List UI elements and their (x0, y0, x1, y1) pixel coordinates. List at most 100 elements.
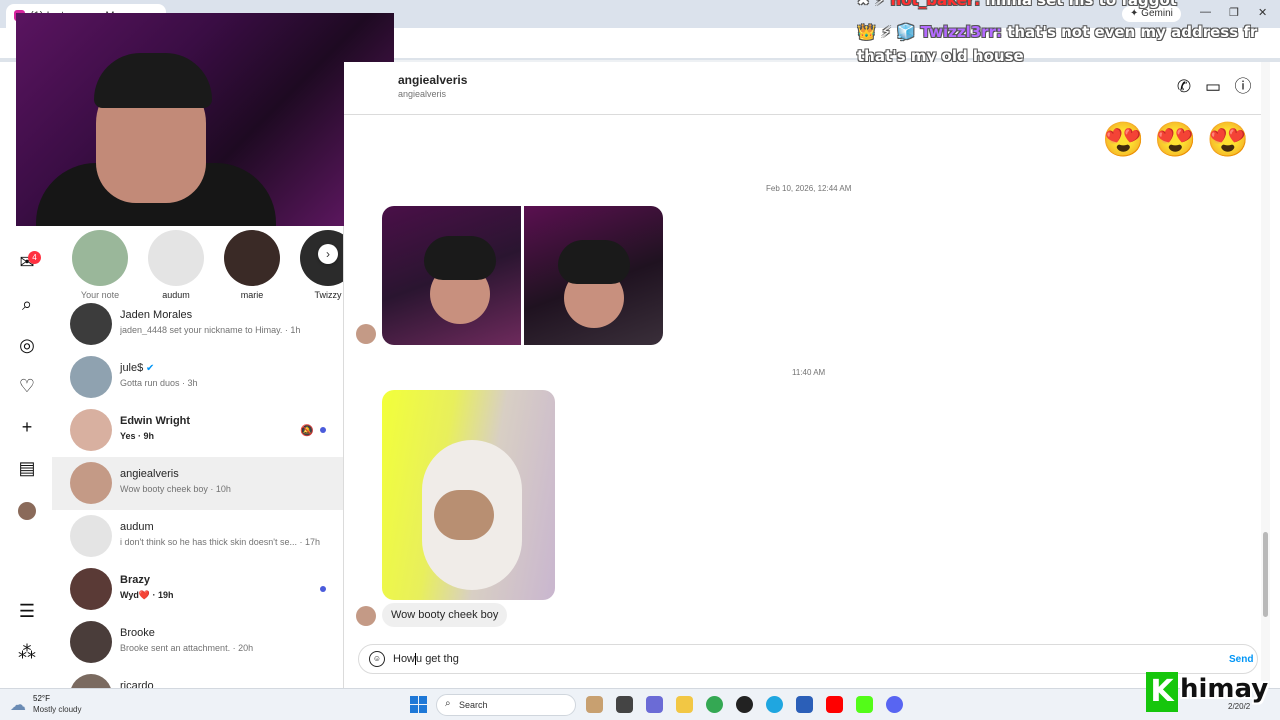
avatar (224, 230, 280, 286)
conversation-item[interactable]: audum i don't think so he has thick skin … (52, 510, 343, 563)
video-face (434, 490, 494, 540)
conversation-item[interactable]: Brazy Wyd❤️ · 19h (52, 563, 343, 616)
timestamp: Feb 10, 2026, 12:44 AM (766, 184, 852, 193)
conversation-item[interactable]: jule$ ✔ Gotta run duos · 3h (52, 351, 343, 404)
kick-app-icon[interactable] (856, 696, 873, 713)
unread-dot (320, 427, 326, 433)
heart-icon[interactable]: ♡ (16, 375, 38, 397)
video-icon[interactable]: ▭ (1202, 76, 1224, 98)
webcam-overlay (16, 13, 394, 226)
scrollbar-thumb[interactable] (1263, 532, 1268, 617)
store-app-icon[interactable] (796, 696, 813, 713)
chat-message: ✖ ⚡ not_baker: imma set his to faggot (857, 0, 1177, 12)
avatar (70, 515, 112, 557)
discord-app-icon[interactable] (886, 696, 903, 713)
sender-avatar[interactable] (356, 606, 376, 626)
conversation-item[interactable]: ricardo (52, 669, 343, 688)
taskbar-search[interactable]: ⌕ Search (436, 694, 576, 716)
edge-app-icon[interactable] (766, 696, 783, 713)
sender-avatar[interactable] (356, 324, 376, 344)
info-icon[interactable]: ⓘ (1232, 76, 1254, 98)
youtube-app-icon[interactable] (826, 696, 843, 713)
taskbar-search-label: Search (459, 700, 488, 710)
weather-condition[interactable]: Mostly cloudy (33, 705, 81, 714)
conversation-item[interactable]: angiealveris Wow booty cheek boy · 10h (52, 457, 343, 510)
conversation-item[interactable]: Jaden Morales jaden_4448 set your nicknam… (52, 298, 343, 351)
photo-attachment[interactable] (382, 206, 521, 345)
note-item[interactable]: Twizzy (298, 230, 343, 300)
conversation-preview: Wyd❤️ · 19h (120, 590, 174, 600)
more-apps-icon[interactable]: ⁂ (16, 641, 38, 663)
muted-bell-icon: 🔕 (300, 425, 314, 437)
stream-chat-overlay: ✖ ⚡ not_baker: imma set his to faggot 👑 … (857, 0, 1280, 70)
search-icon: ⌕ (445, 698, 451, 709)
thread-header: angiealveris angiealveris ✆ ▭ ⓘ (344, 62, 1270, 115)
photo-hood (424, 236, 496, 280)
avatar (70, 621, 112, 663)
chat-badge-icon: ✖ ⚡ (857, 0, 891, 9)
webcam-person-hat (94, 53, 212, 108)
note-item[interactable]: Your note (70, 230, 130, 300)
photo-hood (558, 240, 630, 284)
message-input[interactable]: Howu get thg (393, 653, 459, 666)
conversation-item[interactable]: Edwin Wright Yes · 9h 🔕 (52, 404, 343, 457)
timestamp: 11:40 AM (792, 368, 826, 377)
obs-app-icon[interactable] (736, 696, 753, 713)
menu-icon[interactable]: ☰ (16, 600, 38, 622)
copilot-app-icon[interactable] (646, 696, 663, 713)
chrome-app-icon[interactable] (706, 696, 723, 713)
conversation-name: Edwin Wright (120, 415, 191, 427)
thread-name[interactable]: angiealveris (398, 73, 467, 87)
avatar (72, 230, 128, 286)
chat-message: 👑 ⚡ 🧊 Twizzl3rr: that's not even my addr… (857, 20, 1280, 68)
dashboard-icon[interactable]: ▤ (16, 457, 38, 479)
conversation-name: audum (120, 521, 154, 533)
chevron-right-icon[interactable]: › (318, 244, 338, 264)
message-composer[interactable]: ☺ Howu get thg Send (358, 644, 1258, 674)
cookie-app-icon[interactable] (586, 696, 603, 713)
conversation-preview: Gotta run duos · 3h (120, 378, 198, 388)
conversation-name: jule$ ✔ (120, 362, 155, 374)
left-nav: ✉ 4 ⌕ ◎ ♡ + ▤ ☰ ⁂ (0, 226, 52, 688)
weather-temp[interactable]: 52°F (33, 694, 50, 703)
chat-username: Twizzl3rr: (920, 23, 1002, 41)
chat-text: imma set his to faggot (985, 0, 1177, 9)
explore-icon[interactable]: ◎ (16, 334, 38, 356)
conversation-preview: Yes · 9h (120, 431, 155, 441)
avatar (70, 303, 112, 345)
message-thread: angiealveris angiealveris ✆ ▭ ⓘ 😍😍😍 Feb … (344, 62, 1270, 688)
emoji-icon[interactable]: ☺ (369, 651, 385, 667)
logo-text: himay (1180, 674, 1269, 704)
weather-cloud-icon[interactable]: ☁ (10, 695, 26, 715)
folder-app-icon[interactable] (676, 696, 693, 713)
send-button[interactable]: Send (1229, 654, 1253, 665)
message-bubble: Wow booty cheek boy (382, 603, 508, 627)
video-attachment[interactable] (382, 390, 555, 600)
conversation-preview: Wow booty cheek boy · 10h (120, 484, 231, 494)
conversation-preview: jaden_4448 set your nickname to Himay. ·… (120, 325, 301, 335)
search-icon[interactable]: ⌕ (16, 293, 38, 315)
chat-username: not_baker: (890, 0, 981, 9)
conversation-list: Your note audum marie Twizzy › Jaden Mor… (52, 226, 344, 688)
avatar (70, 409, 112, 451)
conversation-name: Brooke (120, 627, 155, 639)
crown-icon: 👑 ⚡ 🧊 (857, 23, 921, 41)
conversation-name: Brazy (120, 574, 150, 586)
conversation-name: ricardo (120, 680, 154, 688)
notes-row: Your note audum marie Twizzy › (52, 226, 343, 300)
conversation-item[interactable]: Brooke Brooke sent an attachment. · 20h (52, 616, 343, 669)
avatar (70, 462, 112, 504)
windows-start-icon[interactable] (410, 696, 427, 713)
photo-attachment[interactable] (524, 206, 663, 345)
note-item[interactable]: marie (222, 230, 282, 300)
conversation-name: Jaden Morales (120, 309, 193, 321)
message-input-text-after: u get thg (416, 653, 459, 665)
notification-badge: 4 (28, 251, 41, 264)
taskbar: ☁ 52°F Mostly cloudy ⌕ Search 2/20/2 (0, 688, 1280, 720)
terminal-app-icon[interactable] (616, 696, 633, 713)
thread-scrollbar[interactable] (1261, 62, 1270, 688)
phone-icon[interactable]: ✆ (1173, 76, 1195, 98)
profile-avatar[interactable] (18, 502, 36, 520)
note-item[interactable]: audum (146, 230, 206, 300)
plus-icon[interactable]: + (16, 416, 38, 438)
